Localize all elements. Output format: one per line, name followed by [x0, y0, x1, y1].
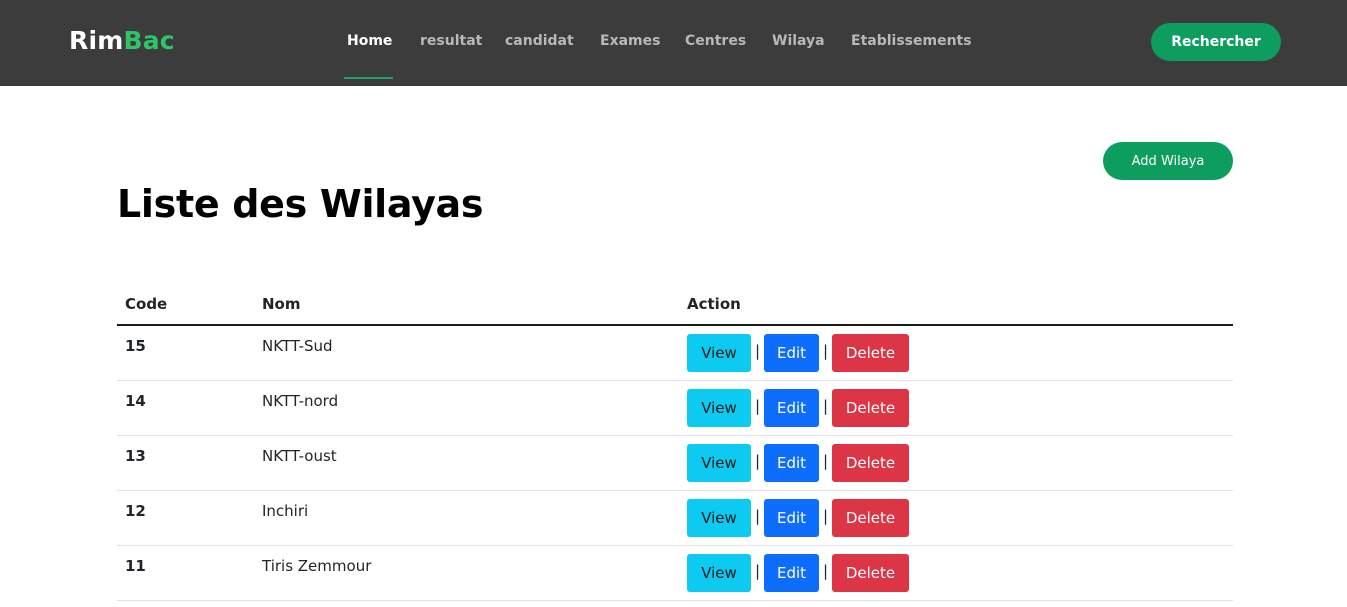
row-nom: NKTT-oust — [262, 447, 337, 465]
table-row: 12 Inchiri View | Edit | Delete — [117, 491, 1233, 546]
table-header: Code Nom Action — [117, 286, 1233, 326]
nav-link-centres[interactable]: Centres — [685, 33, 746, 49]
add-wilaya-button[interactable]: Add Wilaya — [1103, 142, 1233, 180]
wilaya-table: Code Nom Action 15 NKTT-Sud View | Edit … — [117, 286, 1233, 601]
search-button[interactable]: Rechercher — [1151, 23, 1281, 61]
view-button[interactable]: View — [687, 334, 751, 372]
action-separator: | — [754, 452, 761, 470]
action-separator: | — [822, 507, 829, 525]
action-separator: | — [754, 397, 761, 415]
nav-link-wilaya[interactable]: Wilaya — [772, 33, 825, 49]
action-separator: | — [754, 342, 761, 360]
row-code: 11 — [125, 557, 146, 575]
delete-button[interactable]: Delete — [832, 444, 909, 482]
nav-link-exames[interactable]: Exames — [600, 33, 660, 49]
row-nom: Tiris Zemmour — [262, 557, 372, 575]
edit-button[interactable]: Edit — [764, 334, 819, 372]
row-actions: View | Edit | Delete — [687, 554, 909, 592]
action-separator: | — [822, 452, 829, 470]
delete-button[interactable]: Delete — [832, 334, 909, 372]
nav-link-home[interactable]: Home — [347, 33, 392, 49]
nav-link-candidat[interactable]: candidat — [505, 33, 574, 49]
brand-logo[interactable]: RimBac — [69, 26, 175, 56]
column-header-nom: Nom — [262, 295, 301, 313]
action-separator: | — [822, 342, 829, 360]
row-actions: View | Edit | Delete — [687, 499, 909, 537]
nav-link-etablissements[interactable]: Etablissements — [851, 33, 972, 49]
delete-button[interactable]: Delete — [832, 554, 909, 592]
action-separator: | — [822, 397, 829, 415]
action-separator: | — [822, 562, 829, 580]
row-code: 15 — [125, 337, 146, 355]
edit-button[interactable]: Edit — [764, 389, 819, 427]
view-button[interactable]: View — [687, 444, 751, 482]
column-header-code: Code — [125, 295, 168, 313]
navbar: RimBac Home resultat candidat Exames Cen… — [0, 0, 1347, 86]
row-actions: View | Edit | Delete — [687, 444, 909, 482]
view-button[interactable]: View — [687, 389, 751, 427]
page-title: Liste des Wilayas — [117, 182, 484, 226]
row-actions: View | Edit | Delete — [687, 389, 909, 427]
delete-button[interactable]: Delete — [832, 499, 909, 537]
view-button[interactable]: View — [687, 499, 751, 537]
column-header-action: Action — [687, 295, 741, 313]
view-button[interactable]: View — [687, 554, 751, 592]
row-code: 13 — [125, 447, 146, 465]
action-separator: | — [754, 507, 761, 525]
nav-link-resultat[interactable]: resultat — [420, 33, 482, 49]
row-actions: View | Edit | Delete — [687, 334, 909, 372]
delete-button[interactable]: Delete — [832, 389, 909, 427]
row-code: 12 — [125, 502, 146, 520]
table-row: 13 NKTT-oust View | Edit | Delete — [117, 436, 1233, 491]
edit-button[interactable]: Edit — [764, 444, 819, 482]
brand-logo-part1: Rim — [69, 26, 124, 55]
row-nom: Inchiri — [262, 502, 309, 520]
action-separator: | — [754, 562, 761, 580]
row-nom: NKTT-Sud — [262, 337, 333, 355]
edit-button[interactable]: Edit — [764, 554, 819, 592]
row-code: 14 — [125, 392, 146, 410]
table-row: 14 NKTT-nord View | Edit | Delete — [117, 381, 1233, 436]
table-row: 11 Tiris Zemmour View | Edit | Delete — [117, 546, 1233, 601]
edit-button[interactable]: Edit — [764, 499, 819, 537]
table-row: 15 NKTT-Sud View | Edit | Delete — [117, 326, 1233, 381]
active-nav-indicator — [344, 77, 393, 79]
brand-logo-part2: Bac — [123, 26, 175, 55]
row-nom: NKTT-nord — [262, 392, 339, 410]
